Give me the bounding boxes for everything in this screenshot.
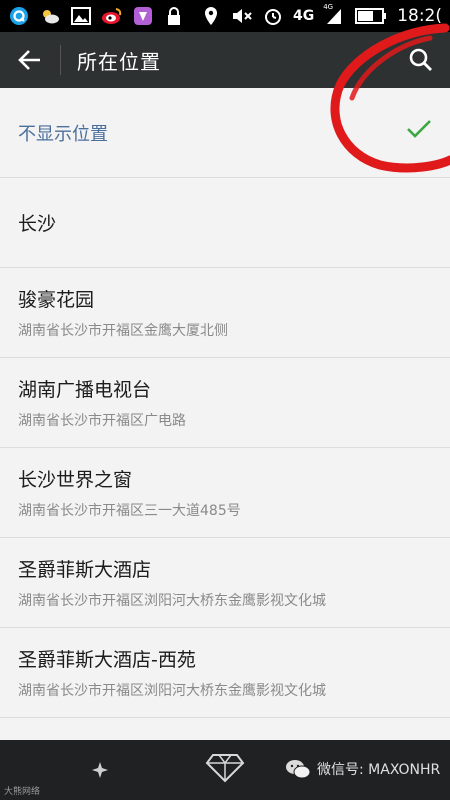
search-button[interactable] [406,45,436,75]
list-item[interactable]: 长沙 [0,178,450,268]
wechat-id-text: 微信号: MAXONHR [317,762,441,778]
signal-network-label: 4G [323,3,334,11]
status-bar: 4G 4G 18:2( [0,0,450,32]
mute-icon [231,5,253,27]
arrow-left-icon [18,50,40,70]
wechat-watermark: 微信号: MAXONHR [285,758,440,780]
top-app-bar: 所在位置 [0,32,450,88]
q-app-icon [8,5,30,27]
battery-icon [354,5,388,27]
sparkle-icon [92,762,108,782]
status-bar-left [8,5,185,27]
location-address: 湖南省长沙市开福区浏阳河大桥东金鹰影视文化城 [18,683,326,699]
list-item-hide-location[interactable]: 不显示位置 [0,88,450,178]
alarm-icon [262,5,284,27]
signal-icon: 4G [323,3,345,27]
lock-icon [163,5,185,27]
location-address: 湖南省长沙市开福区三一大道485号 [18,503,241,519]
list-item[interactable]: 湖南广播电视台 湖南省长沙市开福区广电路 [0,358,450,448]
location-pin-icon [200,5,222,27]
network-type-label: 4G [292,8,315,24]
weather-icon [39,5,61,27]
list-item[interactable]: 圣爵菲斯大酒店 湖南省长沙市开福区浏阳河大桥东金鹰影视文化城 [0,538,450,628]
location-address: 湖南省长沙市开福区金鹰大厦北侧 [18,323,228,339]
location-name: 圣爵菲斯大酒店-西苑 [18,649,196,671]
wechat-icon [286,760,311,779]
checkmark-icon [406,118,432,144]
back-button[interactable] [0,32,60,88]
location-name: 长沙 [18,213,57,235]
list-item[interactable]: 圣爵菲斯大酒店-西苑 湖南省长沙市开福区浏阳河大桥东金鹰影视文化城 [0,628,450,718]
location-name: 骏豪花园 [18,289,95,311]
list-item[interactable]: 骏豪花园 湖南省长沙市开福区金鹰大厦北侧 [0,268,450,358]
location-name: 湖南广播电视台 [18,379,152,401]
location-address: 湖南省长沙市开福区广电路 [18,413,186,429]
weibo-icon [101,5,123,27]
watermark-small-text: 大熊网络 [4,787,41,797]
bottom-bar: 微信号: MAXONHR 大熊网络 [0,740,450,800]
page-title: 所在位置 [77,49,161,74]
purple-app-icon [132,5,154,27]
clock-time: 18:2( [397,6,442,26]
location-address: 湖南省长沙市开福区浏阳河大桥东金鹰影视文化城 [18,593,326,609]
search-icon [409,48,432,71]
list-item[interactable]: 长沙世界之窗 湖南省长沙市开福区三一大道485号 [0,448,450,538]
location-name: 长沙世界之窗 [18,469,133,491]
header-divider [60,45,61,75]
location-name: 圣爵菲斯大酒店 [18,559,152,581]
status-bar-right: 4G 4G 18:2( [200,3,442,27]
diamond-icon[interactable] [205,753,245,787]
location-name: 不显示位置 [18,123,108,145]
image-icon [70,5,92,27]
location-list: 不显示位置 长沙 骏豪花园 湖南省长沙市开福区金鹰大厦北侧 湖南广播电视台 湖南… [0,88,450,740]
